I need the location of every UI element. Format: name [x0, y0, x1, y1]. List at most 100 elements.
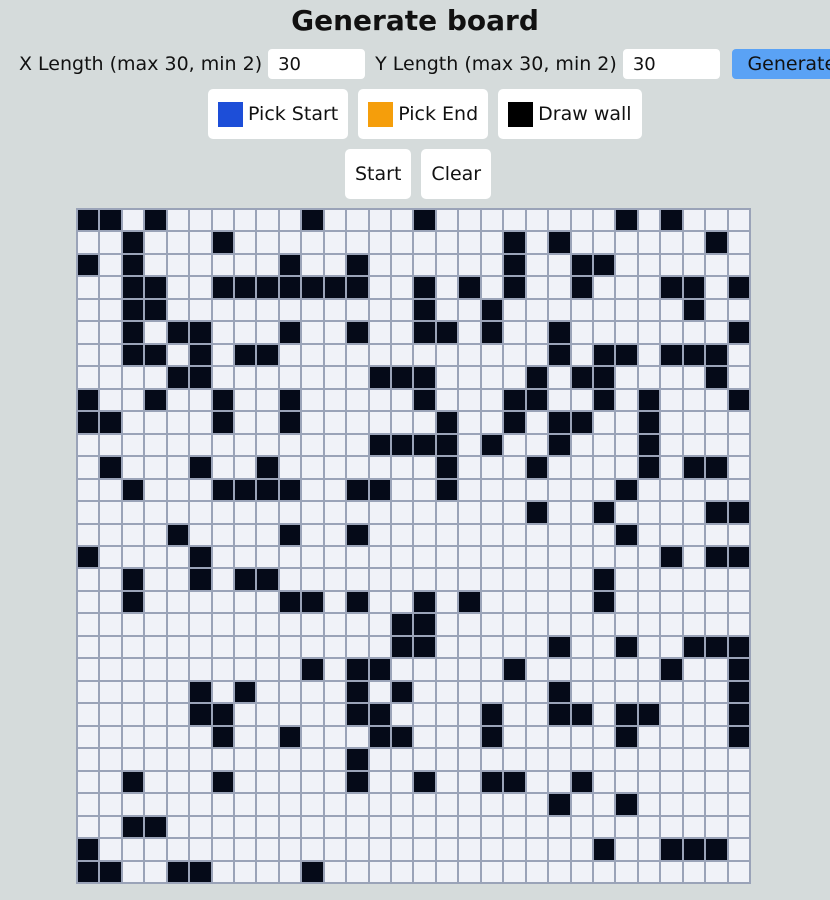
board-cell[interactable]: [347, 726, 368, 748]
board-cell[interactable]: [526, 344, 548, 366]
board-cell[interactable]: [706, 816, 727, 838]
board-cell[interactable]: [549, 210, 570, 231]
board-cell[interactable]: [616, 839, 637, 860]
board-cell[interactable]: [683, 210, 705, 231]
board-cell[interactable]: [190, 502, 211, 523]
board-cell[interactable]: [257, 794, 278, 815]
board-cell[interactable]: [324, 457, 346, 478]
board-cell[interactable]: [728, 210, 749, 231]
board-cell[interactable]: [347, 434, 368, 456]
board-cell[interactable]: [78, 816, 99, 838]
board-cell[interactable]: [571, 232, 592, 253]
board-cell[interactable]: [235, 614, 256, 635]
wall-cell[interactable]: [616, 794, 637, 815]
board-cell[interactable]: [324, 659, 346, 680]
board-cell[interactable]: [414, 412, 435, 433]
board-cell[interactable]: [526, 659, 548, 680]
board-cell[interactable]: [392, 502, 413, 523]
board-cell[interactable]: [392, 749, 413, 770]
board-cell[interactable]: [436, 839, 458, 860]
board-cell[interactable]: [459, 502, 480, 523]
board-cell[interactable]: [481, 681, 503, 703]
board-cell[interactable]: [369, 771, 391, 793]
board-cell[interactable]: [235, 659, 256, 680]
board-cell[interactable]: [459, 254, 480, 276]
board-cell[interactable]: [235, 749, 256, 770]
wall-cell[interactable]: [78, 412, 99, 433]
board-cell[interactable]: [257, 816, 278, 838]
board-cell[interactable]: [459, 344, 480, 366]
wall-cell[interactable]: [593, 344, 615, 366]
board-cell[interactable]: [706, 659, 727, 680]
wall-cell[interactable]: [616, 726, 637, 748]
wall-cell[interactable]: [122, 299, 144, 321]
board-cell[interactable]: [504, 726, 525, 748]
board-cell[interactable]: [459, 681, 480, 703]
wall-cell[interactable]: [279, 254, 301, 276]
wall-cell[interactable]: [481, 322, 503, 343]
board-cell[interactable]: [167, 412, 189, 433]
board-cell[interactable]: [145, 591, 166, 613]
board-cell[interactable]: [257, 704, 278, 725]
board-cell[interactable]: [661, 367, 682, 388]
board-cell[interactable]: [78, 232, 99, 253]
board-cell[interactable]: [100, 771, 121, 793]
board-cell[interactable]: [392, 704, 413, 725]
board-cell[interactable]: [459, 659, 480, 680]
wall-cell[interactable]: [504, 412, 525, 433]
board-cell[interactable]: [100, 322, 121, 343]
board-cell[interactable]: [683, 614, 705, 635]
board-cell[interactable]: [571, 434, 592, 456]
board-cell[interactable]: [683, 861, 705, 882]
board-cell[interactable]: [661, 861, 682, 882]
board-cell[interactable]: [414, 704, 435, 725]
board-cell[interactable]: [459, 726, 480, 748]
wall-cell[interactable]: [481, 771, 503, 793]
board-cell[interactable]: [392, 457, 413, 478]
board-cell[interactable]: [347, 816, 368, 838]
wall-cell[interactable]: [526, 457, 548, 478]
board-cell[interactable]: [212, 839, 234, 860]
board-cell[interactable]: [593, 726, 615, 748]
board-cell[interactable]: [392, 794, 413, 815]
wall-cell[interactable]: [279, 524, 301, 545]
board-cell[interactable]: [661, 434, 682, 456]
board-cell[interactable]: [190, 232, 211, 253]
board-cell[interactable]: [212, 299, 234, 321]
board-cell[interactable]: [436, 816, 458, 838]
board-cell[interactable]: [616, 277, 637, 298]
board-cell[interactable]: [414, 794, 435, 815]
board-cell[interactable]: [638, 681, 660, 703]
wall-cell[interactable]: [638, 457, 660, 478]
board-cell[interactable]: [414, 659, 435, 680]
board-cell[interactable]: [369, 636, 391, 658]
wall-cell[interactable]: [145, 277, 166, 298]
board-cell[interactable]: [571, 569, 592, 590]
board-cell[interactable]: [616, 502, 637, 523]
board-cell[interactable]: [122, 659, 144, 680]
board-cell[interactable]: [571, 636, 592, 658]
board-cell[interactable]: [549, 367, 570, 388]
wall-cell[interactable]: [324, 277, 346, 298]
board-cell[interactable]: [436, 794, 458, 815]
board-cell[interactable]: [257, 726, 278, 748]
board-cell[interactable]: [504, 749, 525, 770]
board-cell[interactable]: [78, 659, 99, 680]
board-cell[interactable]: [279, 210, 301, 231]
board-cell[interactable]: [235, 591, 256, 613]
board-cell[interactable]: [100, 681, 121, 703]
board-cell[interactable]: [593, 659, 615, 680]
board-cell[interactable]: [78, 591, 99, 613]
board-cell[interactable]: [571, 389, 592, 411]
board-cell[interactable]: [122, 861, 144, 882]
board-cell[interactable]: [638, 749, 660, 770]
board-cell[interactable]: [504, 210, 525, 231]
board-cell[interactable]: [504, 502, 525, 523]
board-cell[interactable]: [481, 277, 503, 298]
wall-cell[interactable]: [661, 547, 682, 568]
board-cell[interactable]: [504, 816, 525, 838]
board-cell[interactable]: [235, 457, 256, 478]
board-cell[interactable]: [683, 659, 705, 680]
wall-cell[interactable]: [706, 839, 727, 860]
board-cell[interactable]: [481, 659, 503, 680]
